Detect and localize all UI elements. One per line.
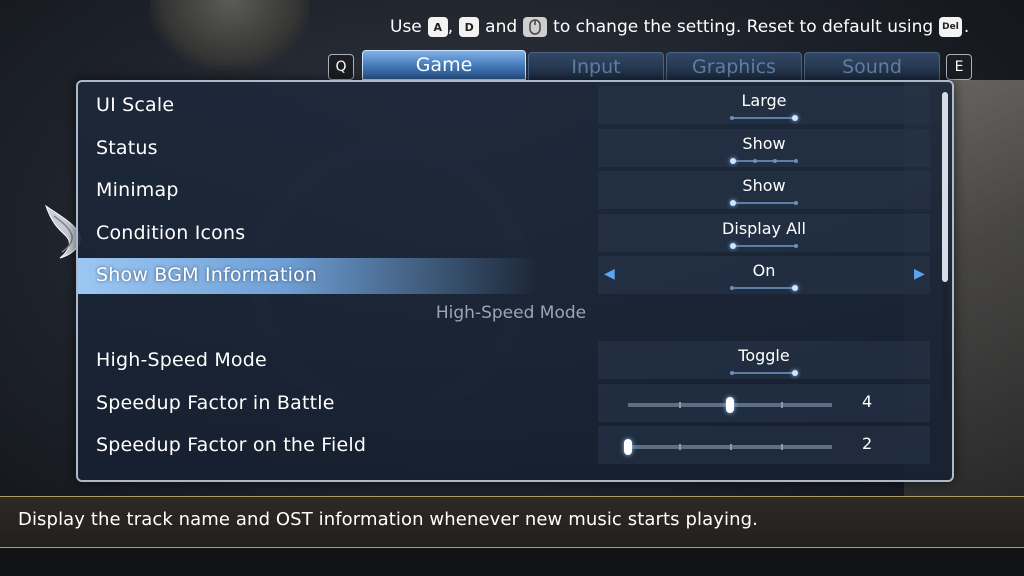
slider-tick: [781, 401, 783, 408]
setting-label: Speedup Factor in Battle: [96, 391, 335, 414]
option-dots: [730, 284, 798, 292]
option-dot: [730, 286, 734, 290]
option-dots: [730, 114, 798, 122]
settings-tabs: Q Game Input Graphics Sound E: [328, 50, 972, 80]
option-dot-selected: [792, 285, 798, 291]
option-dot: [752, 158, 757, 163]
setting-value: Toggle: [738, 346, 790, 365]
option-dot: [730, 116, 734, 120]
option-dot: [730, 371, 734, 375]
next-tab-key[interactable]: E: [946, 54, 972, 80]
tab-sound[interactable]: Sound: [804, 52, 940, 80]
key-a-icon: A: [427, 17, 448, 37]
option-dot: [794, 243, 798, 248]
setting-value: On: [752, 261, 776, 280]
setting-label: Condition Icons: [96, 221, 246, 244]
tab-graphics[interactable]: Graphics: [666, 52, 802, 80]
hint-comma: ,: [447, 17, 454, 37]
setting-label: Status: [96, 136, 158, 159]
tab-input[interactable]: Input: [528, 52, 664, 80]
setting-speedup-field[interactable]: Speedup Factor on the Field 2: [78, 424, 944, 467]
section-header-row: High-Speed Mode: [78, 297, 944, 340]
option-dot-selected: [730, 157, 736, 164]
slider-value: 4: [862, 391, 873, 411]
prev-tab-key[interactable]: Q: [328, 54, 354, 80]
option-dot-selected: [792, 115, 798, 121]
setting-condition-icons[interactable]: Condition Icons Display All: [78, 212, 944, 255]
hint-change: to change the setting. Reset to default …: [553, 17, 934, 37]
setting-ui-scale[interactable]: UI Scale Large: [78, 84, 944, 127]
tab-game[interactable]: Game: [362, 50, 526, 80]
slider-knob[interactable]: [726, 396, 734, 413]
slider-tick: [781, 444, 783, 450]
settings-panel: UI Scale Large Status Show Minimap Show: [76, 80, 954, 482]
option-dot-selected: [792, 370, 798, 376]
option-dots: [730, 369, 798, 377]
slider-value: 2: [862, 434, 873, 453]
settings-list: UI Scale Large Status Show Minimap Show: [78, 84, 944, 467]
arrow-right-icon[interactable]: ▶: [914, 266, 925, 282]
setting-minimap[interactable]: Minimap Show: [78, 169, 944, 212]
setting-speedup-battle[interactable]: Speedup Factor in Battle 4: [78, 382, 944, 425]
section-title: High-Speed Mode: [435, 302, 587, 323]
slider-knob[interactable]: [624, 439, 632, 455]
speedup-battle-slider[interactable]: [628, 396, 832, 413]
description-text: Display the track name and OST informati…: [18, 509, 758, 530]
option-dot: [793, 158, 798, 163]
option-dots: [730, 199, 798, 207]
key-d-icon: D: [459, 17, 480, 37]
scrollbar-thumb[interactable]: [942, 92, 948, 282]
slider-tick: [730, 444, 732, 450]
speedup-field-slider[interactable]: [624, 439, 832, 455]
scrollbar[interactable]: [942, 92, 948, 470]
setting-status[interactable]: Status Show: [78, 127, 944, 170]
hint-end: .: [963, 17, 970, 37]
option-dots: [730, 242, 798, 250]
setting-value: Display All: [722, 218, 806, 238]
option-dot-selected: [730, 200, 736, 206]
option-dot: [794, 201, 798, 205]
bottom-strip: [0, 548, 1024, 576]
mouse-icon: [523, 17, 548, 37]
option-dots: [730, 157, 798, 165]
slider-tick: [679, 444, 681, 450]
setting-label: UI Scale: [96, 94, 175, 116]
setting-show-bgm-information[interactable]: Show BGM Information ◀ On ▶: [78, 254, 944, 297]
setting-label: Minimap: [96, 179, 179, 201]
setting-label: High-Speed Mode: [96, 349, 267, 371]
setting-label: Speedup Factor on the Field: [96, 434, 367, 456]
setting-value: Large: [741, 91, 787, 110]
setting-value: Show: [742, 176, 786, 195]
option-dot-selected: [730, 242, 736, 249]
control-hint: Use A , D and to change the setting. Res…: [390, 14, 969, 40]
slider-tick: [679, 401, 681, 408]
setting-value: Show: [742, 133, 786, 153]
setting-high-speed-mode[interactable]: High-Speed Mode Toggle: [78, 339, 944, 382]
setting-label: Show BGM Information: [96, 264, 318, 286]
hint-and: and: [485, 17, 518, 37]
background-gear: [150, 0, 310, 70]
option-dot: [773, 158, 778, 163]
hint-text: Use: [390, 17, 422, 37]
key-del-icon: Del: [939, 17, 962, 37]
description-bar: Display the track name and OST informati…: [0, 496, 1024, 548]
